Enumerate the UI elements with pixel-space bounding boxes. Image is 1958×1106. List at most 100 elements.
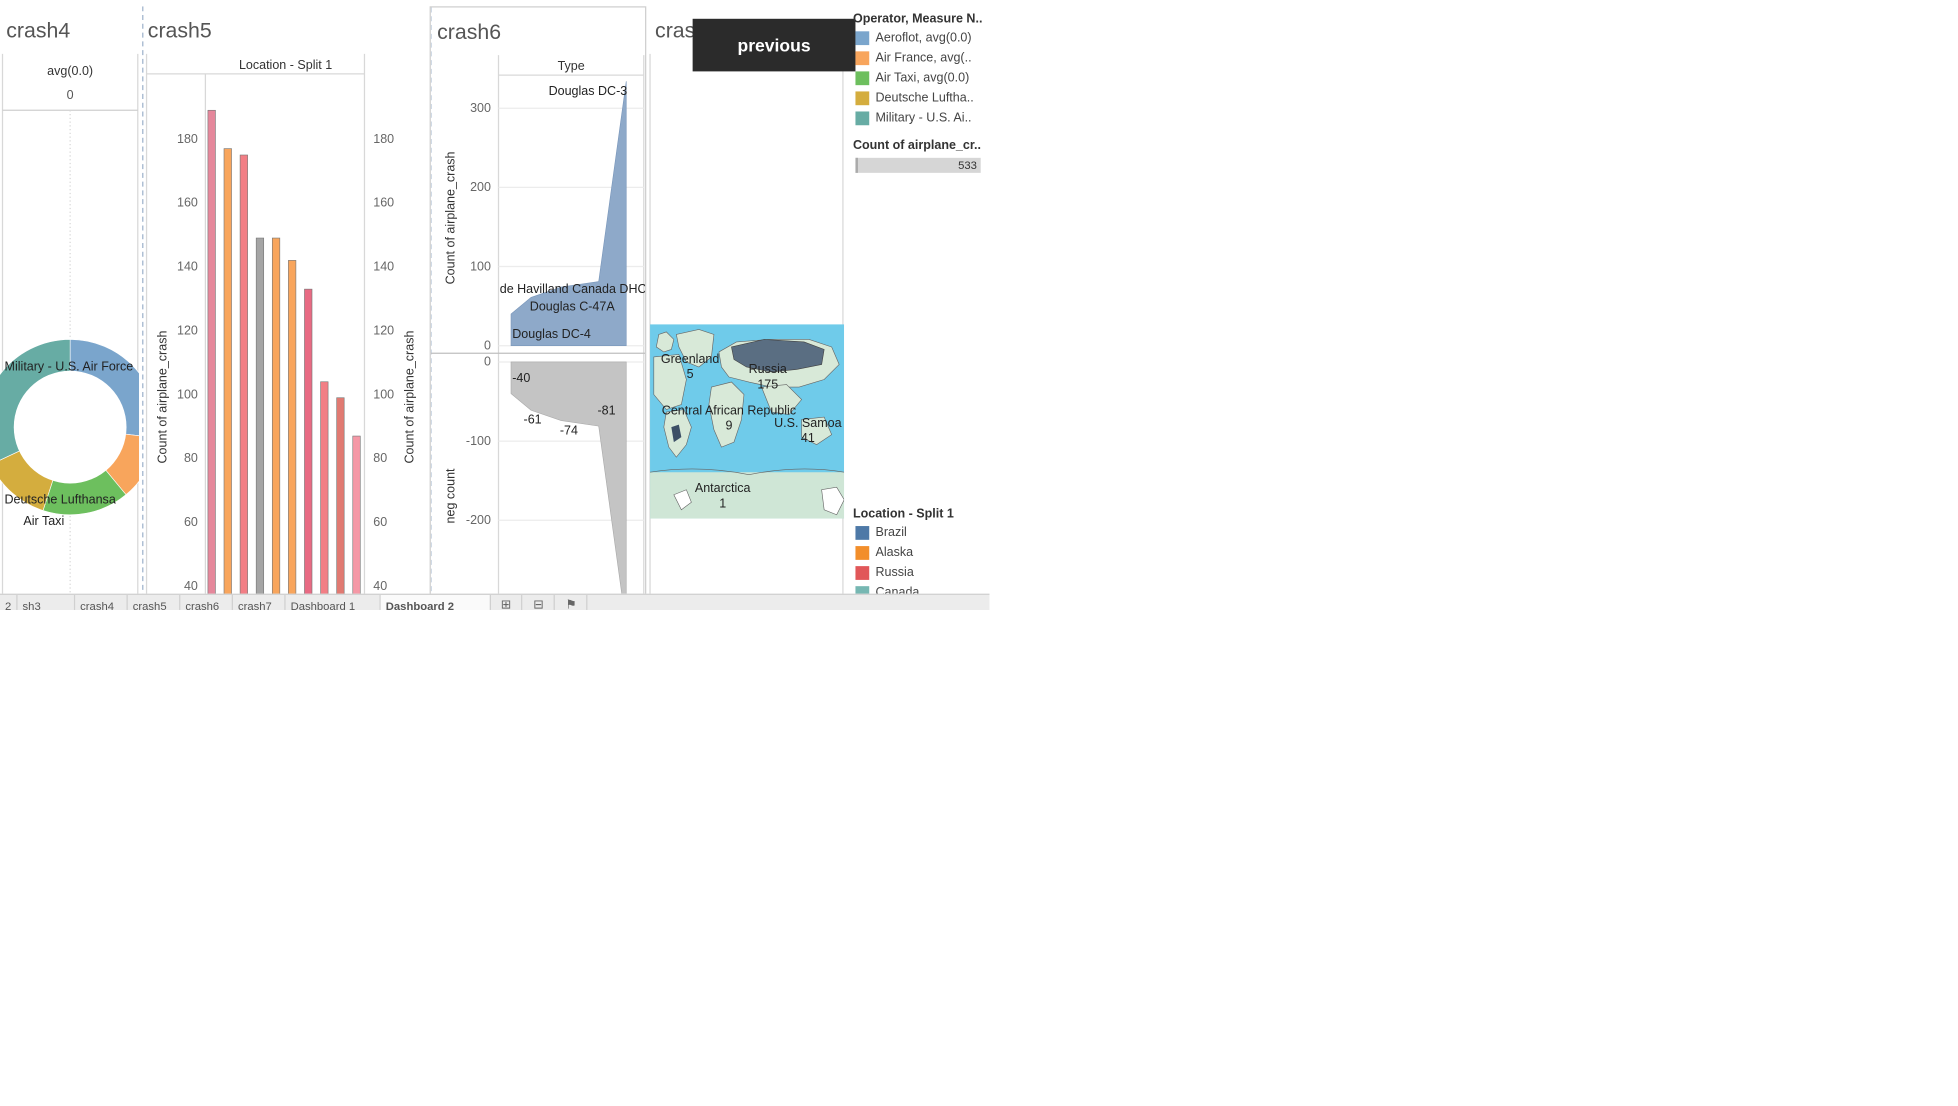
bar[interactable] xyxy=(288,260,297,595)
crash6-area-chart: Type Count of airplane_crash neg count 0… xyxy=(430,7,647,595)
count-legend-title: Count of airplane_cr.. xyxy=(852,139,982,153)
sheet-crash6: crash6 Type Count of airplane_crash neg … xyxy=(429,6,647,595)
legend-swatch xyxy=(855,111,870,126)
sheet-tab[interactable]: Dashboard 1 xyxy=(286,594,381,610)
y-tick-label-left: 140 xyxy=(177,260,198,274)
sheet-tab[interactable]: crash5 xyxy=(128,594,181,610)
bar[interactable] xyxy=(320,381,329,595)
y-tick-label-left: 80 xyxy=(184,451,198,465)
y-tick-label: 300 xyxy=(470,101,491,115)
previous-button[interactable]: previous xyxy=(692,18,856,72)
map-label: U.S. Samoa xyxy=(774,416,842,430)
legend-label: Brazil xyxy=(875,526,907,540)
header-value: 0 xyxy=(67,88,74,102)
legend-label: Air Taxi, avg(0.0) xyxy=(875,71,970,86)
map-value: 41 xyxy=(801,431,815,445)
legend-item[interactable]: Deutsche Luftha.. xyxy=(855,91,974,106)
map-label: Greenland xyxy=(661,352,719,366)
donut-hole xyxy=(13,370,127,484)
count-legend-value: 533 xyxy=(958,159,977,172)
legend-item[interactable]: Air France, avg(.. xyxy=(855,51,972,66)
legend-item[interactable]: Air Taxi, avg(0.0) xyxy=(855,71,970,86)
bar[interactable] xyxy=(271,237,281,595)
legend-item[interactable]: Alaska xyxy=(855,546,913,560)
bar[interactable] xyxy=(352,435,361,595)
sheet-crash4: crash4 avg(0.0) 0 Military - U.S. Air Fo… xyxy=(0,6,140,595)
area-data-label: Douglas DC-4 xyxy=(512,327,591,341)
dashboard-2: crash4 avg(0.0) 0 Military - U.S. Air Fo… xyxy=(0,0,1240,764)
area-data-label: -81 xyxy=(597,404,615,418)
sheet-tab[interactable]: Dashboard 2 xyxy=(380,594,491,610)
map-value: 175 xyxy=(757,377,778,391)
sheet-tab[interactable]: sh3 xyxy=(18,594,76,610)
area-negative[interactable] xyxy=(510,361,627,595)
y-axis-label-left: Count of airplane_crash xyxy=(156,331,170,464)
legend-swatch xyxy=(855,546,870,560)
area-data-label: Douglas C-47A xyxy=(530,300,616,314)
area-data-label: de Havilland Canada DHC- xyxy=(500,282,647,296)
y-tick-label: 0 xyxy=(484,355,491,369)
legend-item[interactable]: Military - U.S. Ai.. xyxy=(855,111,972,126)
y-axis-label-right: Count of airplane_crash xyxy=(402,331,416,464)
bar[interactable] xyxy=(223,148,232,595)
y-tick-label: -100 xyxy=(466,434,491,448)
new-worksheet-icon[interactable]: ⊞ xyxy=(491,594,523,610)
legend-swatch xyxy=(855,91,870,106)
map-value: 1 xyxy=(719,496,726,510)
area-data-label: Douglas DC-3 xyxy=(549,84,628,98)
sheet-tab[interactable]: crash6 xyxy=(180,594,233,610)
bar[interactable] xyxy=(304,288,313,595)
y-tick-label-right: 80 xyxy=(373,451,387,465)
y-tick-label: -200 xyxy=(466,513,491,527)
sheet-tab[interactable]: crash4 xyxy=(75,594,128,610)
map-label: Antarctica xyxy=(695,481,751,495)
y-tick-label-left: 60 xyxy=(184,515,198,529)
operator-legend-title: Operator, Measure N.. xyxy=(852,12,983,27)
y-tick-label-right: 120 xyxy=(373,323,394,337)
y-tick-label-right: 100 xyxy=(373,387,394,401)
legend-label: Alaska xyxy=(875,546,914,560)
sheet-tab[interactable]: crash7 xyxy=(233,594,286,610)
legend-label: Military - U.S. Ai.. xyxy=(875,111,972,126)
area-data-label: -61 xyxy=(524,412,542,426)
legend-label: Aeroflot, avg(0.0) xyxy=(875,31,972,46)
area-data-label: -74 xyxy=(560,424,578,438)
legend-swatch xyxy=(855,51,870,66)
legend-item[interactable]: Brazil xyxy=(855,526,907,540)
legend-label: Air France, avg(.. xyxy=(875,51,972,66)
sheet-crash5: crash5 Location - Split 1 Count of airpl… xyxy=(141,6,428,595)
area-data-label: -40 xyxy=(512,371,530,385)
y-axis-label-top: Count of airplane_crash xyxy=(444,151,458,284)
bar[interactable] xyxy=(239,154,248,595)
sheet-tab[interactable]: 2 xyxy=(0,594,18,610)
bar[interactable] xyxy=(255,237,265,595)
y-tick-label: 0 xyxy=(484,338,491,352)
bar[interactable] xyxy=(207,109,216,595)
y-tick-label-right: 160 xyxy=(373,196,394,210)
y-tick-label: 200 xyxy=(470,180,491,194)
y-tick-label-right: 40 xyxy=(373,579,387,593)
y-tick-label-left: 160 xyxy=(177,196,198,210)
y-tick-label-right: 140 xyxy=(373,260,394,274)
slice-label-airtaxi: Air Taxi xyxy=(23,514,64,528)
slice-label-military: Military - U.S. Air Force xyxy=(5,360,134,374)
legend-label: Deutsche Luftha.. xyxy=(875,91,974,106)
map-value: 9 xyxy=(725,419,732,433)
y-tick-label-left: 40 xyxy=(184,579,198,593)
new-story-icon[interactable]: ⚑ xyxy=(556,594,588,610)
legend-swatch xyxy=(855,71,870,86)
bar[interactable] xyxy=(336,397,345,595)
new-dashboard-icon[interactable]: ⊟ xyxy=(524,594,555,610)
legend-item[interactable]: Russia xyxy=(855,566,914,580)
y-tick-label-left: 120 xyxy=(177,323,198,337)
legend-swatch xyxy=(855,526,870,540)
y-tick-label-left: 100 xyxy=(177,387,198,401)
map-label: Russia xyxy=(749,362,787,376)
crash7-map: Greenland5 Russia175Central African Repub… xyxy=(649,53,845,595)
legend-item[interactable]: Aeroflot, avg(0.0) xyxy=(855,31,972,46)
legend-swatch xyxy=(855,566,870,580)
y-tick-label-left: 180 xyxy=(177,132,198,146)
y-tick-label-right: 60 xyxy=(373,515,387,529)
slice-label-lufthansa: Deutsche Lufthansa xyxy=(4,493,115,507)
sheet-crash7: cras Greenland 5 Russia 175 Central Afri… xyxy=(648,6,845,595)
